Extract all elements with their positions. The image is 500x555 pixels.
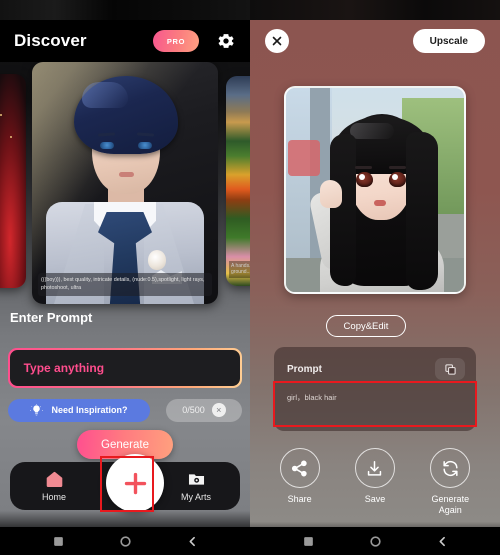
back-chevron-icon[interactable] xyxy=(436,535,449,548)
clear-prompt-button[interactable]: × xyxy=(211,403,226,417)
app-header: Discover PRO xyxy=(0,20,250,62)
refresh-icon xyxy=(441,459,460,478)
carousel-card-caption: (((boy))), best quality, intricate detai… xyxy=(38,272,212,296)
carousel-card-current[interactable]: (((boy))), best quality, intricate detai… xyxy=(32,62,218,304)
circle-icon[interactable] xyxy=(119,535,132,548)
back-chevron-icon[interactable] xyxy=(186,535,199,548)
square-icon[interactable] xyxy=(52,535,65,548)
close-icon xyxy=(271,35,283,47)
result-action-row: Share Save Generate Again xyxy=(250,448,500,517)
download-icon xyxy=(365,459,384,478)
carousel-card-next[interactable]: A hands... ground... xyxy=(226,76,250,286)
status-bar-right xyxy=(250,0,500,20)
prompt-input-inner[interactable]: Type anything xyxy=(9,349,241,387)
need-inspiration-label: Need Inspiration? xyxy=(51,405,128,415)
nav-label-home: Home xyxy=(41,492,66,502)
dual-screenshot: Discover PRO A hands... ground... xyxy=(0,0,500,555)
save-action[interactable]: Save xyxy=(344,448,406,517)
gear-icon[interactable] xyxy=(216,31,236,51)
create-fab-button[interactable] xyxy=(106,454,164,512)
generate-again-action[interactable]: Generate Again xyxy=(419,448,481,517)
prompt-input-placeholder: Type anything xyxy=(23,361,105,375)
close-button[interactable] xyxy=(265,29,289,53)
generate-again-label: Generate Again xyxy=(431,494,470,516)
need-inspiration-button[interactable]: Need Inspiration? xyxy=(8,398,150,422)
prompt-card-title: Prompt xyxy=(287,363,322,375)
generate-again-button[interactable] xyxy=(430,448,471,488)
square-icon[interactable] xyxy=(302,535,315,548)
pro-badge[interactable]: PRO xyxy=(153,30,199,52)
system-nav-bar-left xyxy=(0,527,250,555)
carousel-card-previous[interactable] xyxy=(0,74,26,288)
lightbulb-icon xyxy=(30,403,44,417)
folder-photo-icon xyxy=(187,470,206,489)
bottom-navigation-bar: Home My Arts xyxy=(10,454,240,512)
home-icon xyxy=(45,470,64,489)
result-header: Upscale xyxy=(250,24,500,58)
status-bar-left xyxy=(0,0,250,20)
share-action[interactable]: Share xyxy=(269,448,331,517)
nav-item-home[interactable]: Home xyxy=(16,470,92,502)
save-label: Save xyxy=(364,494,386,504)
prompt-value-text[interactable]: girl，black hair xyxy=(287,392,464,403)
prompt-helper-row: Need Inspiration? 0/500 × xyxy=(8,398,242,422)
share-icon xyxy=(290,459,309,478)
nav-label-my-arts: My Arts xyxy=(180,492,211,502)
circle-icon[interactable] xyxy=(369,535,382,548)
enter-prompt-label: Enter Prompt xyxy=(10,310,93,325)
prompt-input-wrapper[interactable]: Type anything xyxy=(8,348,242,388)
right-result-screen: Upscale Copy&Edit Prompt girl，black hair… xyxy=(250,0,500,555)
carousel-card-next-caption: A hands... ground... xyxy=(229,260,250,278)
boy-portrait-image xyxy=(32,62,218,304)
save-button[interactable] xyxy=(354,448,395,488)
copy-icon xyxy=(444,363,457,376)
prompt-detail-card: Prompt girl，black hair xyxy=(274,347,476,431)
page-title: Discover xyxy=(14,31,87,50)
prompt-card-header: Prompt xyxy=(287,357,465,381)
character-count: 0/500 xyxy=(182,405,205,415)
share-label: Share xyxy=(287,494,312,504)
nav-item-my-arts[interactable]: My Arts xyxy=(158,470,234,502)
copy-and-edit-button[interactable]: Copy&Edit xyxy=(326,315,406,337)
plus-icon xyxy=(122,470,149,497)
share-button[interactable] xyxy=(279,448,320,488)
discover-carousel[interactable]: A hands... ground... xyxy=(0,62,250,304)
character-counter-pill: 0/500 × xyxy=(166,398,242,422)
left-app-screen: Discover PRO A hands... ground... xyxy=(0,0,250,555)
copy-prompt-button[interactable] xyxy=(435,358,465,380)
system-nav-bar-right xyxy=(250,527,500,555)
upscale-button[interactable]: Upscale xyxy=(412,29,485,53)
generated-image[interactable] xyxy=(284,86,466,294)
